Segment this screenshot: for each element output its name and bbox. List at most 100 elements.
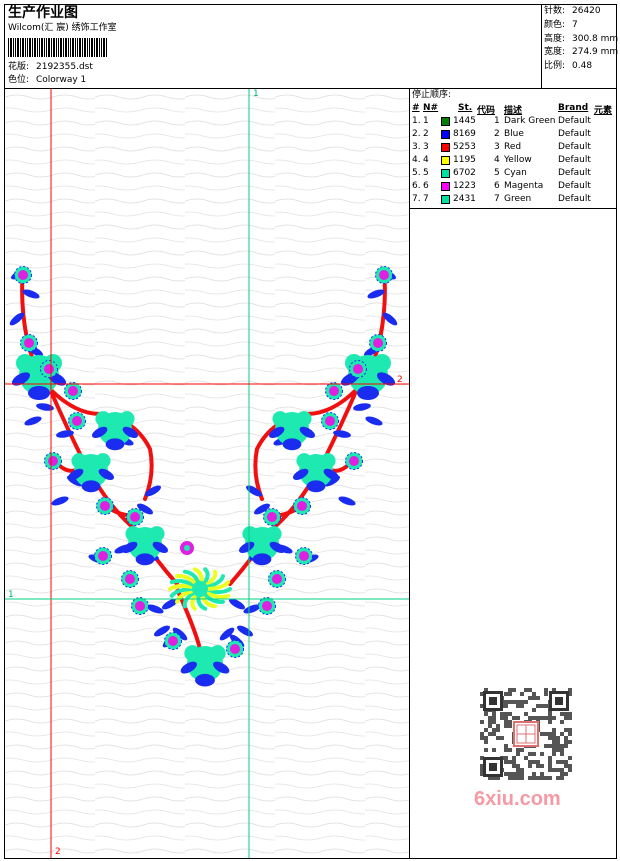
color-stop-row: 3. 3 5253 3 Red Default	[410, 141, 616, 154]
flower-calyx	[282, 438, 302, 451]
color-swatch	[441, 182, 450, 191]
flower-petal	[119, 411, 135, 427]
row-brand: Default	[558, 142, 591, 152]
row-description: Green	[504, 194, 532, 204]
watermark-logo: 6xiu.com	[474, 788, 561, 810]
row-code: 6	[494, 181, 500, 191]
row-brand: Default	[558, 194, 591, 204]
row-stitch-count: 1223	[453, 181, 476, 191]
flower-petal	[373, 354, 391, 372]
color-swatch	[441, 156, 450, 165]
row-needle: 2	[423, 129, 429, 139]
flower-calyx	[81, 480, 101, 493]
bud-center	[299, 551, 309, 561]
bud-center	[379, 270, 389, 280]
flower-petal	[296, 453, 312, 469]
row-index: 1.	[412, 116, 421, 126]
color-swatch	[441, 117, 450, 126]
colors-label: 颜色:	[544, 20, 566, 30]
bud-center	[48, 456, 58, 466]
row-code: 7	[494, 194, 500, 204]
width-value: 274.9 mm	[572, 47, 619, 57]
bud-center	[125, 574, 135, 584]
barcode	[8, 38, 140, 57]
flower-calyx	[195, 673, 215, 687]
row-brand: Default	[558, 168, 591, 178]
row-description: Yellow	[504, 155, 532, 165]
color-swatch	[441, 143, 450, 152]
design-file: 2192355.dst	[36, 62, 93, 72]
row-needle: 1	[423, 116, 429, 126]
colors-value: 7	[572, 20, 578, 30]
flower-calyx	[105, 438, 125, 451]
bud-center	[44, 364, 54, 374]
flower-petal	[95, 411, 111, 427]
row-code: 3	[494, 142, 500, 152]
bud-center	[68, 386, 78, 396]
height-value: 300.8 mm	[572, 34, 619, 44]
page-title: 生产作业图	[8, 5, 78, 21]
row-brand: Default	[558, 129, 591, 139]
qr-code	[480, 688, 572, 780]
row-brand: Default	[558, 181, 591, 191]
row-needle: 6	[423, 181, 429, 191]
bud-center	[130, 512, 140, 522]
row-code: 1	[494, 116, 500, 126]
row-index: 6.	[412, 181, 421, 191]
row-description: Cyan	[504, 168, 527, 178]
center-bud	[184, 545, 190, 551]
flower-petal	[266, 526, 282, 542]
flower-calyx	[28, 386, 50, 400]
bud-center	[135, 601, 145, 611]
bud-center	[72, 416, 82, 426]
row-index: 4.	[412, 155, 421, 165]
row-index: 5.	[412, 168, 421, 178]
row-description: Magenta	[504, 181, 544, 191]
flower-petal	[209, 645, 226, 662]
color-swatch	[441, 130, 450, 139]
bud-center	[100, 501, 110, 511]
bud-center	[267, 512, 277, 522]
row-needle: 4	[423, 155, 429, 165]
stitches-value: 26420	[572, 6, 601, 16]
flower-petal	[71, 453, 87, 469]
design-canvas: 1 2 1 2	[4, 88, 410, 859]
bud-center	[373, 338, 383, 348]
row-index: 7.	[412, 194, 421, 204]
row-needle: 7	[423, 194, 429, 204]
col-header-index: #	[412, 103, 420, 113]
row-needle: 3	[423, 142, 429, 152]
row-index: 3.	[412, 142, 421, 152]
bud-center	[18, 270, 28, 280]
bud-center	[24, 338, 34, 348]
bud-center	[353, 364, 363, 374]
col-header-n: N#	[423, 103, 439, 113]
bud-center	[329, 386, 339, 396]
bud-center	[168, 636, 178, 646]
row-description: Dark Green	[504, 116, 556, 126]
row-index: 2.	[412, 129, 421, 139]
color-swatch	[441, 195, 450, 204]
embroidery-design	[5, 89, 409, 858]
flower-petal	[16, 354, 34, 372]
guide-label-v-red: 2	[55, 847, 61, 857]
scale-value: 0.48	[572, 61, 593, 71]
row-stitch-count: 8169	[453, 129, 476, 139]
fabric-texture	[5, 89, 409, 858]
row-stitch-count: 6702	[453, 168, 476, 178]
flower-petal	[242, 526, 258, 542]
row-brand: Default	[558, 155, 591, 165]
col-header-brand: Brand	[558, 103, 589, 113]
row-stitch-count: 1195	[453, 155, 476, 165]
row-description: Red	[504, 142, 522, 152]
guide-label-h-red: 2	[397, 375, 403, 385]
color-stop-row: 6. 6 1223 6 Magenta Default	[410, 180, 616, 193]
color-stop-row: 1. 1 1445 1 Dark Green Default	[410, 115, 616, 128]
flower-calyx	[135, 553, 155, 566]
color-stop-row: 4. 4 1195 4 Yellow Default	[410, 154, 616, 167]
flower-calyx	[252, 553, 272, 566]
stitches-label: 针数:	[544, 6, 566, 16]
color-stop-row: 7. 7 2431 7 Green Default	[410, 193, 616, 206]
flower-petal	[296, 411, 312, 427]
stop-sequence-title: 停止顺序:	[412, 90, 452, 100]
